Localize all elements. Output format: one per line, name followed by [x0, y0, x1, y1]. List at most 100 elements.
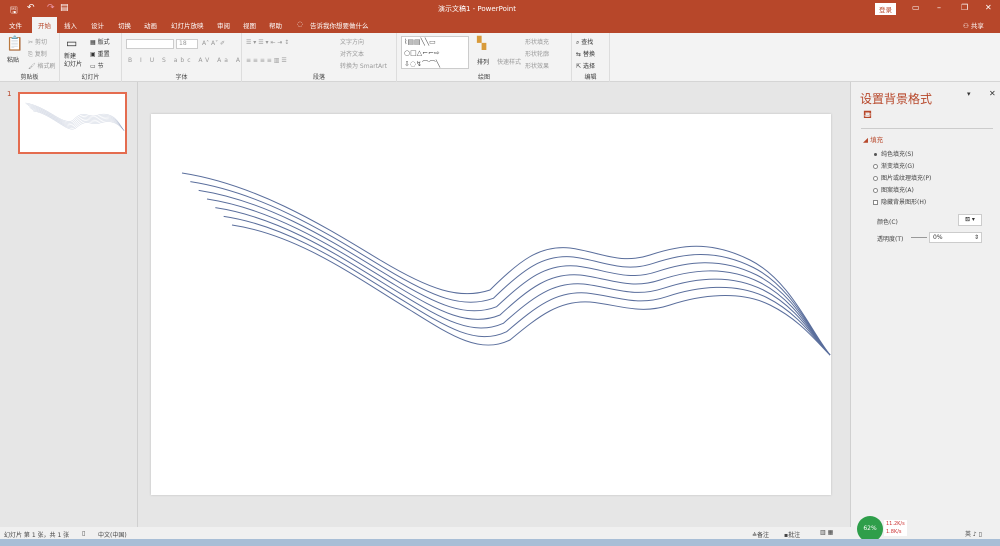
ime-indicator[interactable]: 英 — [965, 531, 971, 538]
shape-effects-button[interactable]: 形状效果 — [525, 61, 549, 70]
lightbulb-icon: ◌ — [297, 20, 303, 28]
undo-icon[interactable]: ↶ — [27, 3, 35, 13]
select-label: 选择 — [582, 63, 595, 70]
login-button[interactable]: 登录 — [875, 3, 896, 15]
group-label: 字体 — [175, 74, 188, 81]
wave-line — [181, 172, 831, 356]
tab-insert[interactable]: 插入 — [64, 20, 77, 30]
list-buttons[interactable]: ☰ ▾ ☰ ▾ ⇤ ⇥ ↕ — [246, 39, 289, 46]
window-title: 演示文稿1 - PowerPoint — [438, 5, 516, 13]
layout-button[interactable]: ▦ 版式 — [90, 37, 110, 46]
option-label: 图案填充(A) — [881, 187, 914, 194]
maximize-button[interactable]: ❐ — [961, 3, 968, 12]
smartart-button[interactable]: 转换为 SmartArt — [340, 61, 387, 70]
font-grow-shrink-icons[interactable]: A˄ A˅ ✐ — [202, 40, 225, 47]
cut-label: 剪切 — [34, 39, 47, 46]
quick-styles-button[interactable]: 快速样式 — [497, 57, 521, 66]
paste-button[interactable]: 粘贴 — [7, 55, 19, 64]
network-speed: 11.2K/s 1.8K/s — [884, 520, 907, 536]
group-label: 剪贴板 — [20, 74, 39, 81]
find-label: 查找 — [581, 39, 594, 46]
copy-button[interactable]: ⎘ 复制 — [28, 49, 47, 59]
arrange-button[interactable]: 排列 — [477, 57, 489, 66]
wave-line — [206, 198, 831, 356]
tell-me-search[interactable]: 告诉我你想要做什么 — [310, 20, 369, 30]
shape-fill-button[interactable]: 形状填充 — [525, 37, 549, 46]
hide-background-checkbox[interactable]: 隐藏背景图形(H) — [873, 197, 926, 206]
upload-speed: 11.2K/s — [886, 521, 905, 527]
transparency-input[interactable]: 0% ⇕ — [929, 232, 982, 243]
comments-button[interactable]: ▪批注 — [784, 530, 800, 539]
comments-label: 批注 — [788, 532, 801, 539]
spinner-icon[interactable]: ⇕ — [974, 233, 981, 242]
pattern-fill-radio[interactable]: 图案填充(A) — [873, 185, 914, 194]
arrange-icon[interactable]: ▚ — [477, 36, 486, 50]
shapes-gallery[interactable]: ⌇▤▤╲╲▭ ○□△⌐⌐⇨ ⇩◌↯⌒⌒╲ — [401, 36, 469, 69]
spellcheck-icon[interactable]: ▯ — [82, 530, 85, 537]
slide-info: 幻灯片 第 1 张，共 1 张 — [4, 532, 70, 539]
wave-line — [215, 207, 831, 356]
copy-label: 复制 — [34, 51, 47, 58]
slide-thumbnail[interactable] — [18, 92, 127, 154]
tab-transitions[interactable]: 切换 — [118, 20, 131, 30]
redo-icon[interactable]: ↷ — [47, 3, 55, 13]
new-slide-icon[interactable]: ▭ — [66, 36, 77, 50]
transparency-label: 透明度(T) — [877, 236, 904, 243]
solid-fill-radio[interactable]: 纯色填充(S) — [873, 149, 914, 158]
layout-label: 版式 — [97, 39, 110, 46]
tab-review[interactable]: 审阅 — [217, 20, 230, 30]
tray-icons: 英 ♪ ▯ — [965, 531, 982, 538]
shape-outline-button[interactable]: 形状轮廓 — [525, 49, 549, 58]
language-status[interactable]: 中文(中国) — [98, 530, 127, 539]
group-label: 幻灯片 — [81, 74, 100, 81]
wave-lines[interactable] — [151, 114, 831, 495]
pane-options-icon[interactable]: ▾ — [967, 90, 971, 98]
notes-button[interactable]: ≙备注 — [752, 530, 769, 539]
tab-view[interactable]: 视图 — [243, 20, 256, 30]
cut-button[interactable]: ✂ 剪切 — [28, 37, 47, 46]
font-name-input[interactable] — [126, 39, 174, 49]
replace-button[interactable]: ⇆ 替换 — [576, 49, 595, 58]
gradient-fill-radio[interactable]: 渐变填充(G) — [873, 161, 914, 170]
section-button[interactable]: ▭ 节 — [90, 61, 104, 70]
minimize-button[interactable]: – — [937, 3, 941, 12]
fill-bucket-icon[interactable]: ⛾ — [863, 108, 872, 123]
font-format-buttons[interactable]: B I U S abc AV Aa A — [128, 57, 243, 64]
pane-close-button[interactable]: ✕ — [989, 89, 996, 98]
slide-canvas[interactable] — [151, 114, 831, 495]
wave-line — [31, 109, 125, 131]
ribbon-display-icon[interactable]: ▭ — [912, 3, 920, 12]
start-presentation-icon[interactable]: ▤ — [60, 3, 69, 13]
pane-title: 设置背景格式 — [860, 92, 933, 106]
align-text-button[interactable]: 对齐文本 — [340, 49, 364, 58]
text-direction-button[interactable]: 文字方向 — [340, 37, 364, 46]
ribbon: 📋 粘贴 ✂ 剪切 ⎘ 复制 🖌 格式刷 剪贴板 ▭ 新建 幻灯片 ▦ 版式 ▣… — [0, 33, 1000, 82]
wave-line — [27, 105, 125, 131]
download-speed: 1.8K/s — [886, 529, 902, 535]
tab-design[interactable]: 设计 — [91, 20, 104, 30]
tab-slideshow[interactable]: 幻灯片放映 — [171, 20, 204, 30]
find-button[interactable]: ⌕ 查找 — [576, 37, 593, 47]
close-button[interactable]: ✕ — [985, 3, 992, 12]
group-label: 绘图 — [477, 74, 490, 81]
format-painter-button[interactable]: 🖌 格式刷 — [28, 61, 56, 70]
transparency-slider[interactable] — [911, 237, 927, 238]
align-buttons[interactable]: ≡ ≡ ≡ ≡ ▥ ☰ — [246, 57, 287, 64]
select-button[interactable]: ⇱ 选择 — [576, 61, 595, 70]
normal-view-button[interactable]: ▥ ▦ — [820, 529, 833, 536]
fill-section-header[interactable]: ◢ 填充 — [863, 134, 883, 144]
color-picker-button[interactable]: ⛾ ▾ — [958, 214, 982, 226]
format-background-pane: 设置背景格式 ▾ ✕ ⛾ ◢ 填充 纯色填充(S) 渐变填充(G) 图片或纹理填… — [850, 82, 1000, 527]
tab-home[interactable]: 开始 — [32, 17, 57, 33]
paste-icon[interactable]: 📋 — [6, 36, 23, 52]
group-slides: ▭ 新建 幻灯片 ▦ 版式 ▣ 重置 ▭ 节 幻灯片 — [60, 33, 122, 82]
wave-line — [33, 110, 125, 131]
font-size-input[interactable]: 18 — [176, 39, 198, 49]
tab-help[interactable]: 帮助 — [269, 20, 282, 30]
share-button[interactable]: ⚇ 共享 — [963, 20, 984, 30]
tab-file[interactable]: 文件 — [9, 20, 22, 30]
tab-animations[interactable]: 动画 — [144, 20, 157, 30]
reset-button[interactable]: ▣ 重置 — [90, 49, 110, 58]
picture-fill-radio[interactable]: 图片或纹理填充(P) — [873, 173, 931, 182]
new-slide-button[interactable]: 新建 幻灯片 — [64, 53, 82, 69]
